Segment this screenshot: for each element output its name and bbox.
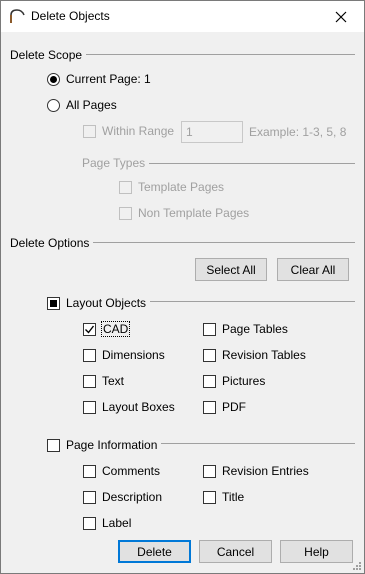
title-checkbox[interactable]: Title (203, 490, 244, 504)
close-button[interactable] (318, 1, 364, 32)
range-input[interactable]: 1 (181, 121, 243, 143)
checkbox-icon (203, 348, 216, 362)
dimensions-checkbox[interactable]: Dimensions (83, 348, 165, 362)
page-types-heading: Page Types (82, 156, 150, 170)
cad-checkbox[interactable]: CAD (83, 321, 131, 337)
text-label: Text (102, 374, 125, 388)
checkbox-icon (203, 400, 216, 414)
all-pages-radio[interactable]: All Pages (47, 98, 117, 112)
within-range-checkbox[interactable]: Within Range (83, 124, 174, 138)
within-range-label: Within Range (102, 124, 175, 138)
select-all-button[interactable]: Select All (195, 258, 267, 281)
checkbox-icon (203, 464, 216, 478)
layout-boxes-checkbox[interactable]: Layout Boxes (83, 400, 175, 414)
layout-objects-label: Layout Objects (66, 296, 147, 310)
window-title: Delete Objects (31, 9, 110, 23)
checkbox-icon (119, 180, 132, 194)
comments-label: Comments (102, 464, 161, 478)
checkbox-icon (83, 490, 96, 504)
checkbox-icon (83, 516, 96, 530)
checkbox-icon (83, 374, 96, 388)
checkbox-icon (119, 206, 132, 220)
resize-grip-icon[interactable] (352, 561, 362, 571)
layout-boxes-label: Layout Boxes (102, 400, 175, 414)
revision-entries-checkbox[interactable]: Revision Entries (203, 464, 309, 478)
pdf-checkbox[interactable]: PDF (203, 400, 246, 414)
indeterminate-checkbox-icon (47, 296, 60, 310)
description-label: Description (102, 490, 163, 504)
checkbox-icon (203, 490, 216, 504)
label-label: Label (102, 516, 132, 530)
template-pages-checkbox[interactable]: Template Pages (119, 180, 224, 194)
text-checkbox[interactable]: Text (83, 374, 124, 388)
non-template-pages-label: Non Template Pages (138, 206, 250, 220)
layout-objects-checkbox[interactable]: Layout Objects (47, 296, 151, 310)
checkmark-icon (83, 322, 96, 336)
current-page-label: Current Page: 1 (66, 72, 151, 86)
revision-tables-checkbox[interactable]: Revision Tables (203, 348, 306, 362)
close-icon (335, 11, 347, 22)
current-page-radio[interactable]: Current Page: 1 (47, 72, 151, 86)
label-checkbox[interactable]: Label (83, 516, 131, 530)
delete-options-heading: Delete Options (10, 236, 94, 250)
pictures-label: Pictures (222, 374, 266, 388)
comments-checkbox[interactable]: Comments (83, 464, 160, 478)
page-tables-label: Page Tables (222, 322, 288, 336)
page-information-checkbox[interactable]: Page Information (47, 438, 162, 452)
page-information-label: Page Information (66, 438, 158, 452)
range-example-text: Example: 1-3, 5, 8 (249, 125, 347, 139)
title-bar: Delete Objects (1, 1, 364, 32)
cancel-button[interactable]: Cancel (199, 540, 272, 563)
delete-scope-heading: Delete Scope (10, 48, 87, 62)
title-label: Title (222, 490, 245, 504)
description-checkbox[interactable]: Description (83, 490, 162, 504)
clear-all-button[interactable]: Clear All (277, 258, 349, 281)
checkbox-icon (83, 124, 96, 138)
checkbox-icon (83, 400, 96, 414)
revision-entries-label: Revision Entries (222, 464, 309, 478)
radio-selected-icon (47, 72, 60, 86)
checkbox-icon (47, 438, 60, 452)
app-arc-icon (10, 9, 25, 23)
dimensions-label: Dimensions (102, 348, 165, 362)
pdf-label: PDF (222, 400, 246, 414)
help-button[interactable]: Help (280, 540, 353, 563)
non-template-pages-checkbox[interactable]: Non Template Pages (119, 206, 249, 220)
revision-tables-label: Revision Tables (222, 348, 306, 362)
pictures-checkbox[interactable]: Pictures (203, 374, 265, 388)
checkbox-icon (83, 348, 96, 362)
checkbox-icon (203, 322, 216, 336)
all-pages-label: All Pages (66, 98, 117, 112)
radio-icon (47, 98, 60, 112)
cad-label: CAD (100, 321, 131, 337)
page-tables-checkbox[interactable]: Page Tables (203, 322, 288, 336)
delete-button[interactable]: Delete (118, 540, 191, 563)
template-pages-label: Template Pages (138, 180, 225, 194)
checkbox-icon (83, 464, 96, 478)
checkbox-icon (203, 374, 216, 388)
delete-objects-dialog: Delete Objects Delete Scope Current Page… (0, 0, 365, 574)
